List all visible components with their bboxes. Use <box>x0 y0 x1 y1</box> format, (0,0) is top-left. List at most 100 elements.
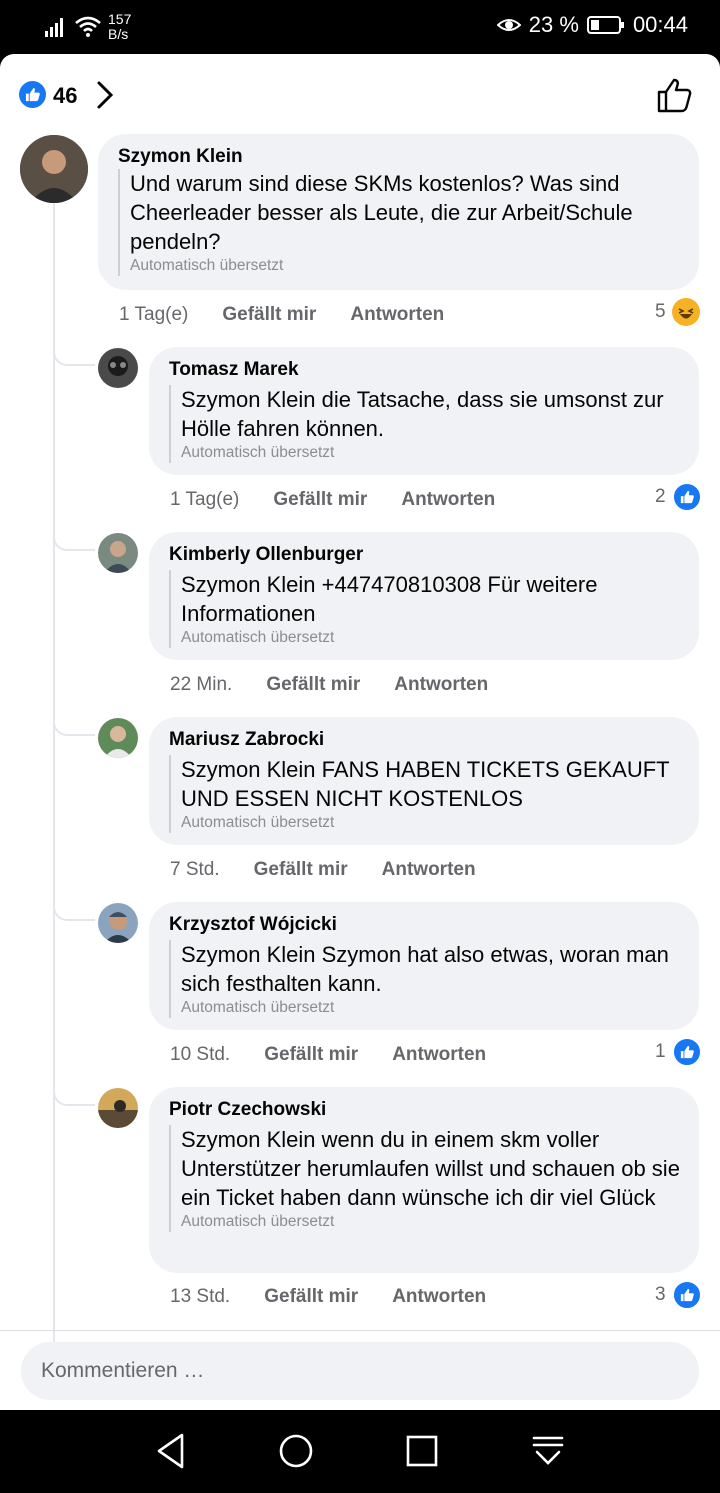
translation-note[interactable]: Automatisch übersetzt <box>181 443 686 463</box>
comment-time: 10 Std. <box>170 1044 231 1065</box>
comment-time: 22 Min. <box>170 674 233 695</box>
comment-meta: 7 Std. Gefällt mir Antworten <box>170 859 510 881</box>
comment-bubble: Piotr Czechowski Szymon Klein wenn du in… <box>149 1087 699 1273</box>
like-button[interactable]: Gefällt mir <box>264 1286 358 1308</box>
reaction-count: 1 <box>655 1041 666 1062</box>
reactions-header: 46 <box>0 54 720 134</box>
comments-sheet: 46 Szymon Klein Und warum sind diese SKM… <box>0 54 720 1410</box>
like-button[interactable]: Gefällt mir <box>273 489 367 511</box>
comment-author[interactable]: Tomasz Marek <box>169 359 299 381</box>
haha-reaction-icon <box>671 298 700 326</box>
comment-meta: 10 Std. Gefällt mir Antworten <box>170 1044 520 1066</box>
reply-button[interactable]: Antworten <box>401 489 495 511</box>
comment-author[interactable]: Szymon Klein <box>118 146 243 168</box>
reaction-summary[interactable]: 3 <box>655 1280 702 1310</box>
comment-author[interactable]: Kimberly Ollenburger <box>169 544 363 566</box>
like-button[interactable]: Gefällt mir <box>266 674 360 696</box>
comment-meta: 22 Min. Gefällt mir Antworten <box>170 674 522 696</box>
comment-text: Szymon Klein wenn du in einem skm voller… <box>181 1127 680 1210</box>
comment-meta: 1 Tag(e) Gefällt mir Antworten <box>170 489 529 511</box>
like-reaction-icon <box>671 1037 702 1067</box>
reaction-count: 2 <box>655 486 666 507</box>
avatar[interactable] <box>20 135 88 203</box>
comment-author[interactable]: Piotr Czechowski <box>169 1099 326 1121</box>
speed-value: 157 <box>108 11 132 27</box>
reply-button[interactable]: Antworten <box>392 1286 486 1308</box>
reply-button[interactable]: Antworten <box>392 1044 486 1066</box>
comment-author[interactable]: Mariusz Zabrocki <box>169 729 324 751</box>
comment-time: 1 Tag(e) <box>170 489 240 510</box>
reaction-count: 5 <box>655 301 666 322</box>
home-icon[interactable] <box>278 1432 314 1470</box>
avatar[interactable] <box>98 1088 138 1128</box>
comment-meta: 1 Tag(e) Gefällt mir Antworten <box>119 304 478 326</box>
reply-button[interactable]: Antworten <box>382 859 476 881</box>
eye-icon <box>496 19 521 31</box>
reply-connector <box>53 346 95 366</box>
comment-author[interactable]: Krzysztof Wójcicki <box>169 914 337 936</box>
like-button[interactable]: Gefällt mir <box>254 859 348 881</box>
avatar[interactable] <box>98 903 138 943</box>
comment-bubble: Kimberly Ollenburger Szymon Klein +44747… <box>149 532 699 660</box>
comment-body: Szymon Klein die Tatsache, dass sie umso… <box>169 385 686 463</box>
comment-bubble: Krzysztof Wójcicki Szymon Klein Szymon h… <box>149 902 699 1030</box>
avatar[interactable] <box>98 533 138 573</box>
status-left: 157 B/s <box>44 12 131 42</box>
translation-note[interactable]: Automatisch übersetzt <box>181 1212 686 1232</box>
thread-line <box>53 202 55 1382</box>
speed-unit: B/s <box>108 26 129 42</box>
translation-note[interactable]: Automatisch übersetzt <box>181 998 686 1018</box>
reply-connector <box>53 716 95 736</box>
network-speed: 157 B/s <box>108 12 131 42</box>
comment-meta: 13 Std. Gefällt mir Antworten <box>170 1286 520 1308</box>
comment-text: Und warum sind diese SKMs kostenlos? Was… <box>130 171 633 254</box>
comment-body: Szymon Klein Szymon hat also etwas, wora… <box>169 940 686 1018</box>
comment-bubble: Tomasz Marek Szymon Klein die Tatsache, … <box>149 347 699 475</box>
comment-body: Szymon Klein wenn du in einem skm voller… <box>169 1125 686 1232</box>
reply-connector <box>53 901 95 921</box>
like-button[interactable]: Gefällt mir <box>264 1044 358 1066</box>
like-reaction-icon <box>671 1280 702 1310</box>
avatar[interactable] <box>98 348 138 388</box>
comment-input[interactable] <box>21 1342 661 1400</box>
like-reaction-icon[interactable] <box>19 81 46 108</box>
composer-divider <box>0 1330 720 1331</box>
reaction-summary[interactable]: 5 <box>655 298 700 326</box>
comment-time: 1 Tag(e) <box>119 304 189 325</box>
battery-icon <box>586 16 624 34</box>
wifi-icon <box>75 16 101 37</box>
like-button[interactable]: Gefällt mir <box>222 304 316 326</box>
comment-text: Szymon Klein die Tatsache, dass sie umso… <box>181 387 664 441</box>
translation-note[interactable]: Automatisch übersetzt <box>181 813 686 833</box>
reaction-summary[interactable]: 2 <box>655 482 702 512</box>
status-right: 23 % 00:44 <box>496 12 688 38</box>
comment-composer[interactable] <box>21 1342 699 1400</box>
chevron-right-icon[interactable] <box>94 80 116 110</box>
comment-time: 7 Std. <box>170 859 220 880</box>
translation-note[interactable]: Automatisch übersetzt <box>181 628 686 648</box>
comment-time: 13 Std. <box>170 1286 231 1307</box>
reaction-summary[interactable]: 1 <box>655 1037 702 1067</box>
reaction-count[interactable]: 46 <box>53 83 77 109</box>
comment-body: Und warum sind diese SKMs kostenlos? Was… <box>118 169 675 276</box>
reaction-count: 3 <box>655 1284 666 1305</box>
reply-button[interactable]: Antworten <box>394 674 488 696</box>
comment-bubble: Szymon Klein Und warum sind diese SKMs k… <box>98 134 699 290</box>
clock: 00:44 <box>632 12 688 37</box>
back-icon[interactable] <box>154 1432 188 1470</box>
comment-body: Szymon Klein FANS HABEN TICKETS GEKAUFT … <box>169 755 686 833</box>
reply-connector <box>53 531 95 551</box>
comment-bubble: Mariusz Zabrocki Szymon Klein FANS HABEN… <box>149 717 699 845</box>
reply-connector <box>53 1086 95 1106</box>
like-post-icon[interactable] <box>656 76 694 114</box>
comment-text: Szymon Klein FANS HABEN TICKETS GEKAUFT … <box>181 757 670 811</box>
status-bar: 157 B/s 23 % 00:44 <box>0 0 720 54</box>
reply-button[interactable]: Antworten <box>350 304 444 326</box>
notifications-pulldown-icon[interactable] <box>531 1432 565 1470</box>
comment-body: Szymon Klein +447470810308 Für weitere I… <box>169 570 686 648</box>
battery-percent: 23 % <box>528 12 579 37</box>
translation-note[interactable]: Automatisch übersetzt <box>130 256 675 276</box>
avatar[interactable] <box>98 718 138 758</box>
comment-text: Szymon Klein +447470810308 Für weitere I… <box>181 572 598 626</box>
recents-icon[interactable] <box>405 1432 439 1470</box>
